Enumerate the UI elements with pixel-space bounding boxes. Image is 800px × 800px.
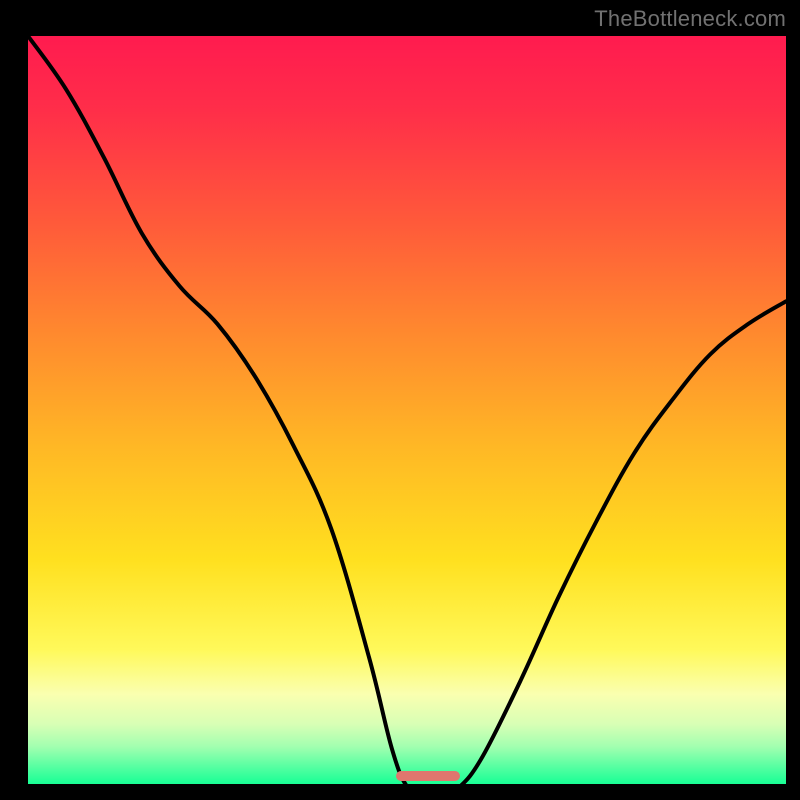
bottleneck-curve: [28, 36, 786, 784]
optimal-zone-marker: [396, 771, 460, 781]
watermark-text: TheBottleneck.com: [594, 6, 786, 32]
chart-frame: TheBottleneck.com: [0, 0, 800, 800]
plot-area: [28, 36, 786, 784]
